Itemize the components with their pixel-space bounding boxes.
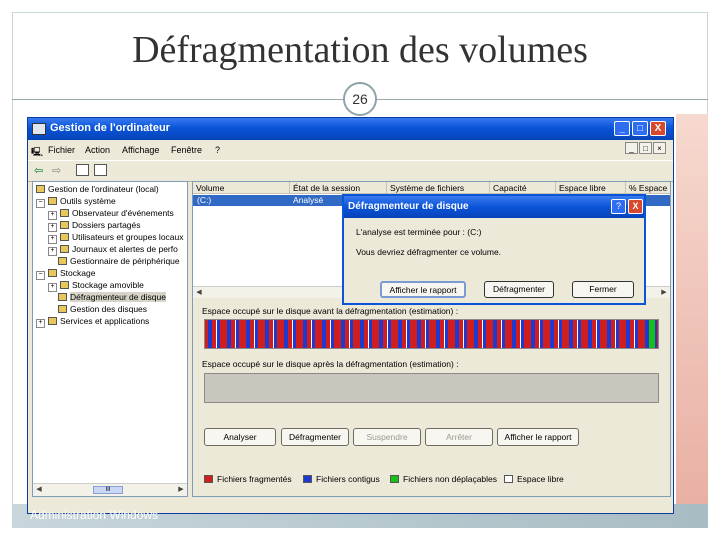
- tree-item-shared-folders[interactable]: + Dossiers partagés: [48, 219, 141, 232]
- fragmented-swatch: [204, 475, 213, 483]
- maximize-button[interactable]: □: [632, 121, 648, 136]
- defragmenter-dialog: Défragmenteur de disque ? X L'analyse es…: [342, 194, 646, 305]
- scroll-right-icon[interactable]: ▶: [659, 288, 669, 298]
- column-header-volume[interactable]: Volume: [193, 182, 290, 194]
- column-header-session-status[interactable]: État de la session: [290, 182, 387, 194]
- volume-status: Analysé: [293, 195, 324, 205]
- legend-fragmented: Fichiers fragmentés: [204, 474, 292, 484]
- column-header-file-system[interactable]: Système de fichiers: [387, 182, 490, 194]
- perf-logs-icon: [60, 245, 69, 253]
- defragment-button[interactable]: Défragmenter: [281, 428, 349, 446]
- mdi-close-button[interactable]: ×: [653, 142, 666, 154]
- tree-item-disk-management[interactable]: Gestion des disques: [58, 303, 147, 315]
- before-defrag-label: Espace occupé sur le disque avant la déf…: [202, 306, 459, 316]
- forward-arrow-icon[interactable]: ⇨: [52, 164, 61, 177]
- window-titlebar[interactable]: Gestion de l'ordinateur _ □ X: [28, 118, 673, 140]
- removable-storage-icon: [60, 281, 69, 289]
- legend-free-space: Espace libre: [504, 474, 564, 484]
- unmovable-files-segment: [649, 320, 655, 348]
- users-icon: [60, 233, 69, 241]
- mdi-restore-button[interactable]: □: [639, 142, 652, 154]
- console-tree: Gestion de l'ordinateur (local) − Outils …: [32, 181, 188, 497]
- free-space-swatch: [504, 475, 513, 483]
- stop-button[interactable]: Arrêter: [425, 428, 493, 446]
- back-arrow-icon[interactable]: ⇦: [34, 164, 43, 177]
- unmovable-swatch: [390, 475, 399, 483]
- computer-management-window: Gestion de l'ordinateur _ □ X 🖳 Fichier …: [27, 117, 674, 514]
- close-button[interactable]: X: [650, 121, 666, 136]
- dialog-message-line2: Vous devriez défragmenter ce volume.: [356, 247, 502, 257]
- page-number-badge: 26: [343, 82, 377, 116]
- defragmenter-panel: Espace occupé sur le disque avant la déf…: [193, 298, 670, 496]
- storage-icon: [48, 269, 57, 277]
- dialog-defragment-button[interactable]: Défragmenter: [484, 281, 554, 298]
- tree-item-services-apps[interactable]: + Services et applications: [36, 315, 149, 328]
- scroll-right-icon[interactable]: ▶: [176, 485, 186, 495]
- computer-management-icon: [32, 123, 46, 135]
- volume-name: (C:): [197, 195, 212, 205]
- scroll-left-icon[interactable]: ◀: [194, 288, 204, 298]
- menu-fenetre[interactable]: Fenêtre: [171, 145, 202, 155]
- menu-action[interactable]: Action: [85, 145, 110, 155]
- dialog-message-line1: L'analyse est terminée pour : (C:): [356, 227, 482, 237]
- scroll-left-icon[interactable]: ◀: [34, 485, 44, 495]
- mdi-minimize-button[interactable]: _: [625, 142, 638, 154]
- tree-item-event-viewer[interactable]: + Observateur d'événements: [48, 207, 174, 220]
- tree-item-system-tools[interactable]: − Outils système: [36, 195, 116, 208]
- toolbar: ⇦ ⇨: [28, 160, 673, 182]
- up-folder-icon[interactable]: [76, 164, 89, 176]
- event-viewer-icon: [60, 209, 69, 217]
- expand-icon[interactable]: +: [48, 283, 57, 292]
- column-header-percent-free[interactable]: % Espace: [626, 182, 670, 194]
- analyze-button[interactable]: Analyser: [204, 428, 276, 446]
- tree-item-storage[interactable]: − Stockage: [36, 267, 95, 280]
- show-hide-tree-icon[interactable]: [94, 164, 107, 176]
- shared-folder-icon: [60, 221, 69, 229]
- tree-item-removable-storage[interactable]: + Stockage amovible: [48, 279, 144, 292]
- computer-icon: [36, 185, 45, 193]
- dialog-help-button[interactable]: ?: [611, 199, 626, 214]
- menu-affichage[interactable]: Affichage: [122, 145, 159, 155]
- dialog-close-button[interactable]: Fermer: [572, 281, 634, 298]
- menu-help[interactable]: ?: [215, 145, 220, 155]
- device-manager-icon: [58, 257, 67, 265]
- dialog-titlebar[interactable]: Défragmenteur de disque ? X: [344, 196, 644, 218]
- window-title: Gestion de l'ordinateur: [50, 122, 170, 134]
- slide-title: Défragmentation des volumes: [132, 29, 588, 71]
- disk-management-icon: [58, 305, 67, 313]
- menu-fichier[interactable]: Fichier: [48, 145, 75, 155]
- legend-unmovable: Fichiers non déplaçables: [390, 474, 497, 484]
- decorative-side-band: [676, 114, 708, 504]
- legend-contiguous: Fichiers contigus: [303, 474, 380, 484]
- tree-item-disk-defragmenter[interactable]: Défragmenteur de disque: [58, 291, 166, 303]
- pause-button[interactable]: Suspendre: [353, 428, 421, 446]
- collapse-icon[interactable]: −: [36, 271, 45, 280]
- minimize-button[interactable]: _: [614, 121, 630, 136]
- before-defrag-bar: [204, 319, 659, 349]
- dialog-close-x-button[interactable]: X: [628, 199, 643, 214]
- tree-horizontal-scrollbar[interactable]: ◀ III ▶: [33, 483, 187, 496]
- expand-icon[interactable]: +: [48, 247, 57, 256]
- after-defrag-label: Espace occupé sur le disque après la déf…: [202, 359, 459, 369]
- tools-icon: [48, 197, 57, 205]
- after-defrag-bar: [204, 373, 659, 403]
- show-report-button[interactable]: Afficher le rapport: [497, 428, 579, 446]
- tree-item-device-manager[interactable]: Gestionnaire de périphérique: [58, 255, 180, 267]
- scroll-thumb[interactable]: III: [93, 486, 123, 494]
- dialog-title: Défragmenteur de disque: [348, 201, 469, 212]
- menu-bar: 🖳 Fichier Action Affichage Fenêtre ?: [28, 141, 673, 159]
- tree-item-root[interactable]: Gestion de l'ordinateur (local): [36, 183, 159, 195]
- tree-item-local-users[interactable]: + Utilisateurs et groupes locaux: [48, 231, 184, 244]
- dialog-show-report-button[interactable]: Afficher le rapport: [380, 281, 466, 298]
- column-header-capacity[interactable]: Capacité: [490, 182, 556, 194]
- column-header-free-space[interactable]: Espace libre: [556, 182, 626, 194]
- defragmenter-icon: [58, 293, 67, 301]
- expand-icon[interactable]: +: [36, 319, 45, 328]
- slide-footer: Administration Windows: [30, 508, 159, 522]
- services-icon: [48, 317, 57, 325]
- tree-item-perf-logs[interactable]: + Journaux et alertes de perfo: [48, 243, 178, 256]
- collapse-icon[interactable]: −: [36, 199, 45, 208]
- menu-icon: 🖳: [31, 147, 44, 157]
- contiguous-swatch: [303, 475, 312, 483]
